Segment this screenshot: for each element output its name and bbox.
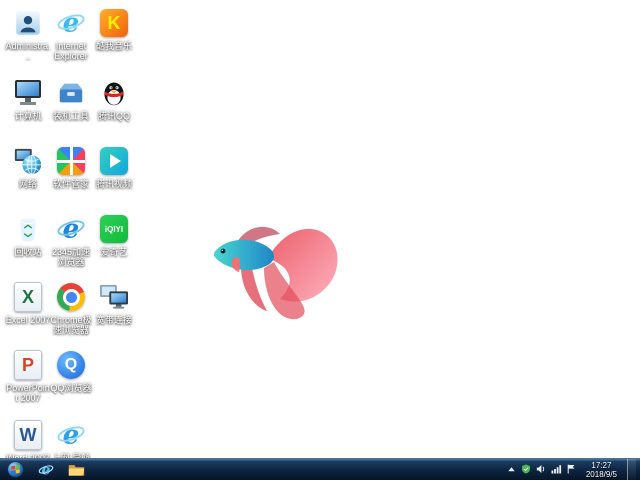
desktop-icon-software-manager[interactable]: 软件管家	[48, 144, 94, 208]
kuwo-music-icon: K	[97, 6, 131, 40]
desktop-icon-administrator[interactable]: Administra...	[5, 6, 51, 70]
desktop-icon-recycle-bin[interactable]: 回收站	[5, 212, 51, 276]
icon-label: PowerPoint 2007	[5, 383, 51, 403]
icon-label: 2345加速浏览器	[48, 247, 94, 267]
icon-label: 计算机	[14, 111, 41, 121]
bubble	[148, 136, 155, 143]
desktop: Administra... 计算机 网络 回收站 X Excel 2007 P …	[0, 0, 640, 480]
icon-label: Administra...	[5, 41, 51, 61]
svg-text:e: e	[63, 214, 80, 244]
antivirus-shield-icon[interactable]	[521, 461, 531, 479]
taskbar-internet-explorer-button[interactable]: e	[31, 459, 61, 480]
bubble	[155, 156, 169, 170]
tencent-video-icon	[97, 144, 131, 178]
powerpoint-icon: P	[11, 348, 45, 382]
excel-icon: X	[11, 280, 45, 314]
icon-label: 网络	[19, 179, 37, 189]
icon-label: 腾讯QQ	[98, 111, 130, 121]
network-icon[interactable]	[551, 461, 562, 479]
desktop-icon-tencent-video[interactable]: 腾讯视频	[91, 144, 137, 208]
navigation-browser-icon: e	[54, 418, 88, 452]
desktop-icon-excel-2007[interactable]: X Excel 2007	[5, 280, 51, 344]
icon-label: 软件管家	[53, 179, 89, 189]
windows-start-orb-icon	[7, 461, 24, 478]
desktop-icon-chrome-browser[interactable]: Chrome极速浏览器	[48, 280, 94, 344]
qq-browser-icon: Q	[54, 348, 88, 382]
svg-text:e: e	[63, 8, 80, 38]
hidden-icons-arrow[interactable]	[507, 461, 516, 479]
bubble	[175, 176, 185, 186]
word-icon: W	[11, 418, 45, 452]
internet-explorer-icon: e	[38, 462, 54, 478]
bubble	[163, 116, 175, 128]
toolbox-icon	[54, 76, 88, 110]
svg-text:e: e	[42, 462, 51, 478]
computer-icon	[11, 76, 45, 110]
chrome-icon	[54, 280, 88, 314]
action-center-flag-icon[interactable]	[567, 461, 576, 479]
icon-label: Chrome极速浏览器	[48, 315, 94, 335]
internet-explorer-icon: e	[54, 6, 88, 40]
qq-penguin-icon	[97, 76, 131, 110]
desktop-icon-powerpoint-2007[interactable]: P PowerPoint 2007	[5, 348, 51, 412]
2345-browser-icon: e	[54, 212, 88, 246]
desktop-icon-network[interactable]: 网络	[5, 144, 51, 208]
broadband-monitors-icon	[97, 280, 131, 314]
icon-label: 回收站	[14, 247, 41, 257]
icon-label: Internet Explorer	[48, 41, 94, 61]
icon-label: 宽带连接	[96, 315, 132, 325]
start-button[interactable]	[0, 459, 31, 480]
icon-label: 爱奇艺	[100, 247, 127, 257]
icon-label: Excel 2007	[6, 315, 51, 325]
svg-text:e: e	[63, 420, 80, 450]
desktop-icon-kuwo-music[interactable]: K 酷我音乐	[91, 6, 137, 70]
show-desktop-button[interactable]	[627, 459, 636, 480]
system-tray: 17:27 2018/9/5	[507, 459, 640, 480]
folder-icon	[68, 463, 85, 477]
icon-label: QQ浏览器	[50, 383, 91, 393]
iqiyi-icon: iQIYI	[97, 212, 131, 246]
desktop-icon-internet-explorer[interactable]: e Internet Explorer	[48, 6, 94, 70]
betta-fish-image	[196, 198, 346, 328]
clock-time: 17:27	[586, 461, 617, 470]
clock-date: 2018/9/5	[586, 470, 617, 479]
recycle-bin-icon	[11, 212, 45, 246]
software-manager-icon	[54, 144, 88, 178]
desktop-icon-zhuangji-tools[interactable]: 装机工具	[48, 76, 94, 140]
desktop-icon-2345-browser[interactable]: e 2345加速浏览器	[48, 212, 94, 276]
desktop-icon-iqiyi[interactable]: iQIYI 爱奇艺	[91, 212, 137, 276]
desktop-icon-qq-browser[interactable]: Q QQ浏览器	[48, 348, 94, 412]
volume-icon[interactable]	[536, 461, 546, 479]
desktop-icon-computer[interactable]: 计算机	[5, 76, 51, 140]
desktop-icon-tencent-qq[interactable]: 腾讯QQ	[91, 76, 137, 140]
bubble	[192, 189, 199, 196]
taskbar: e 17:27 2018/9/5	[0, 458, 640, 480]
taskbar-explorer-button[interactable]	[61, 459, 92, 480]
user-files-icon	[11, 6, 45, 40]
bubble	[181, 139, 190, 148]
icon-label: 腾讯视频	[96, 179, 132, 189]
taskbar-clock[interactable]: 17:27 2018/9/5	[581, 461, 622, 479]
network-globe-icon	[11, 144, 45, 178]
icon-label: 装机工具	[53, 111, 89, 121]
icon-label: 酷我音乐	[96, 41, 132, 51]
desktop-icon-broadband-connection[interactable]: 宽带连接	[91, 280, 137, 344]
